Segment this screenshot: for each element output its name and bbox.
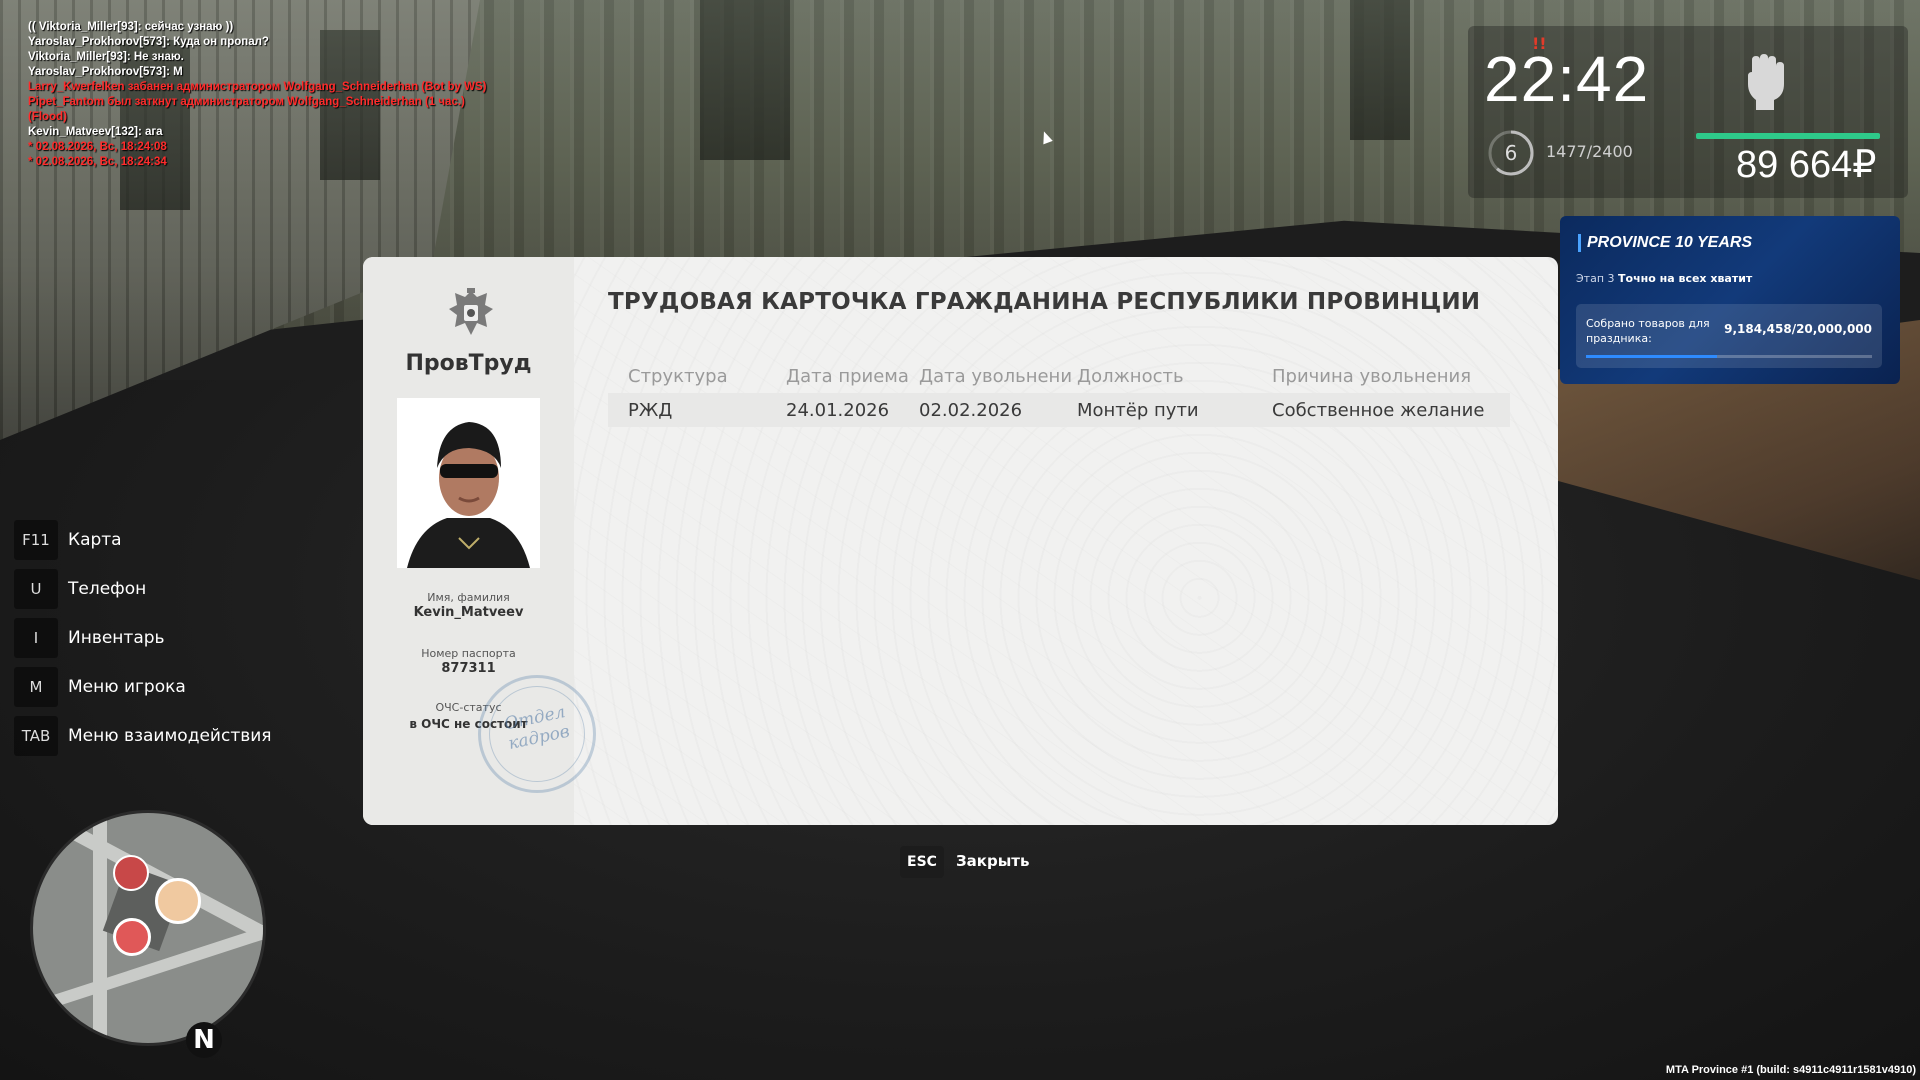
name-value: Kevin_Matveev [413, 605, 524, 620]
table-cell-structure: РЖД [628, 399, 673, 421]
table-cell-dismissal-date: 02.02.2026 [919, 399, 1023, 421]
chat-message: (Flood) [28, 111, 67, 123]
hotkey-map[interactable]: F11 Карта [14, 520, 272, 560]
chat-message: (( Viktoria_Miller[93]: сейчас узнаю )) [28, 21, 234, 33]
minimap-player-marker [113, 855, 149, 891]
passport-value: 877311 [441, 661, 496, 676]
table-cell-position: Монтёр пути [1077, 399, 1199, 421]
game-clock: 22:42 [1484, 43, 1650, 115]
coat-of-arms-icon [449, 288, 493, 335]
hotkey-key: I [14, 618, 58, 658]
name-label: Имя, фамилия [427, 591, 510, 604]
building-window [700, 0, 790, 160]
hotkey-key: F11 [14, 520, 58, 560]
experience-counter: 1477/2400 [1546, 142, 1633, 161]
card-title: ТРУДОВАЯ КАРТОЧКА ГРАЖДАНИНА РЕСПУБЛИКИ … [608, 289, 1481, 315]
chat-message: Pipet_Fantom был заткнут администратором… [28, 96, 465, 108]
column-header-hire-date: Дата приема [786, 365, 909, 387]
chat-message: Larry_Kwerfelken забанен администратором… [28, 81, 487, 93]
event-progress-fill [1586, 355, 1718, 358]
event-progress-card: Собрано товаров для праздника: 9,184,458… [1576, 304, 1882, 368]
event-stage-number: Этап 3 [1576, 272, 1615, 285]
chat-message: Kevin_Matveev[132]: ага [28, 126, 163, 138]
event-stage: Этап 3 Точно на всех хватит [1576, 272, 1752, 285]
chat-message: Yaroslav_Prokhorov[573]: Куда он пропал? [28, 36, 269, 48]
hotkey-label: Меню взаимодействия [68, 726, 272, 746]
esc-key[interactable]: ESC [900, 846, 944, 878]
organization-name: ПровТруд [405, 351, 532, 376]
event-panel: PROVINCE 10 YEARS Этап 3 Точно на всех х… [1560, 216, 1900, 384]
health-bar [1696, 133, 1880, 139]
event-progress-label: Собрано товаров для праздника: [1586, 317, 1710, 345]
employment-table: Структура Дата приема Дата увольнени Дол… [608, 359, 1510, 427]
employment-card-modal: ПровТруд Имя, фамилия Kevin_Matveev Номе… [363, 257, 1558, 825]
hotkey-phone[interactable]: U Телефон [14, 569, 272, 609]
minimap-north-indicator: N [186, 1022, 222, 1058]
event-stage-name: Точно на всех хватит [1618, 272, 1753, 285]
hotkey-list: F11 Карта U Телефон I Инвентарь M Меню и… [14, 520, 272, 765]
player-photo [397, 398, 540, 568]
hotkey-interaction-menu[interactable]: TAB Меню взаимодействия [14, 716, 272, 756]
hotkey-key: M [14, 667, 58, 707]
money-display: 89 664₽ [1736, 144, 1877, 186]
hotkey-inventory[interactable]: I Инвентарь [14, 618, 272, 658]
chat-message: * 02.08.2026, Вс, 18:24:08 [28, 141, 167, 153]
minimap-marker-store [155, 878, 201, 924]
player-level: 6 [1504, 141, 1518, 165]
building-window [1350, 0, 1410, 140]
hotkey-player-menu[interactable]: M Меню игрока [14, 667, 272, 707]
hotkey-key: U [14, 569, 58, 609]
close-button[interactable]: Закрыть [956, 852, 1029, 870]
column-header-dismissal-reason: Причина увольнения [1272, 365, 1472, 387]
column-header-dismissal-date: Дата увольнени [919, 365, 1073, 387]
event-progress-bar [1586, 355, 1872, 358]
card-sidebar: ПровТруд Имя, фамилия Kevin_Matveev Номе… [363, 257, 596, 825]
table-cell-hire-date: 24.01.2026 [786, 399, 890, 421]
avatar [397, 398, 540, 568]
event-title: PROVINCE 10 YEARS [1578, 234, 1752, 252]
chat-message: * 02.08.2026, Вс, 18:24:34 [28, 156, 167, 168]
table-header: Структура Дата приема Дата увольнени Дол… [608, 359, 1510, 393]
hotkey-label: Карта [68, 530, 122, 550]
column-header-position: Должность [1077, 365, 1184, 387]
minimap[interactable] [30, 810, 266, 1046]
hotkey-key: TAB [14, 716, 58, 756]
chat-log: (( Viktoria_Miller[93]: сейчас узнаю )) Y… [28, 20, 486, 170]
hotkey-label: Инвентарь [68, 628, 165, 648]
minimap-marker-bus [113, 918, 151, 956]
chat-message: Yaroslav_Prokhorov[573]: М [28, 66, 183, 78]
hotkey-label: Телефон [68, 579, 147, 599]
table-row: РЖД 24.01.2026 02.02.2026 Монтёр пути Со… [608, 393, 1510, 427]
passport-label: Номер паспорта [421, 647, 516, 660]
hr-stamp: Отдел кадров [478, 675, 596, 793]
table-cell-dismissal-reason: Собственное желание [1272, 399, 1485, 421]
chat-message: Viktoria_Miller[93]: Не знаю. [28, 51, 184, 63]
column-header-structure: Структура [628, 365, 728, 387]
hotkey-label: Меню игрока [68, 677, 186, 697]
event-progress-value: 9,184,458/20,000,000 [1724, 322, 1872, 336]
build-info: MTA Province #1 (build: s4911c4911r1581v… [1665, 1064, 1916, 1076]
fist-icon [1748, 54, 1784, 110]
